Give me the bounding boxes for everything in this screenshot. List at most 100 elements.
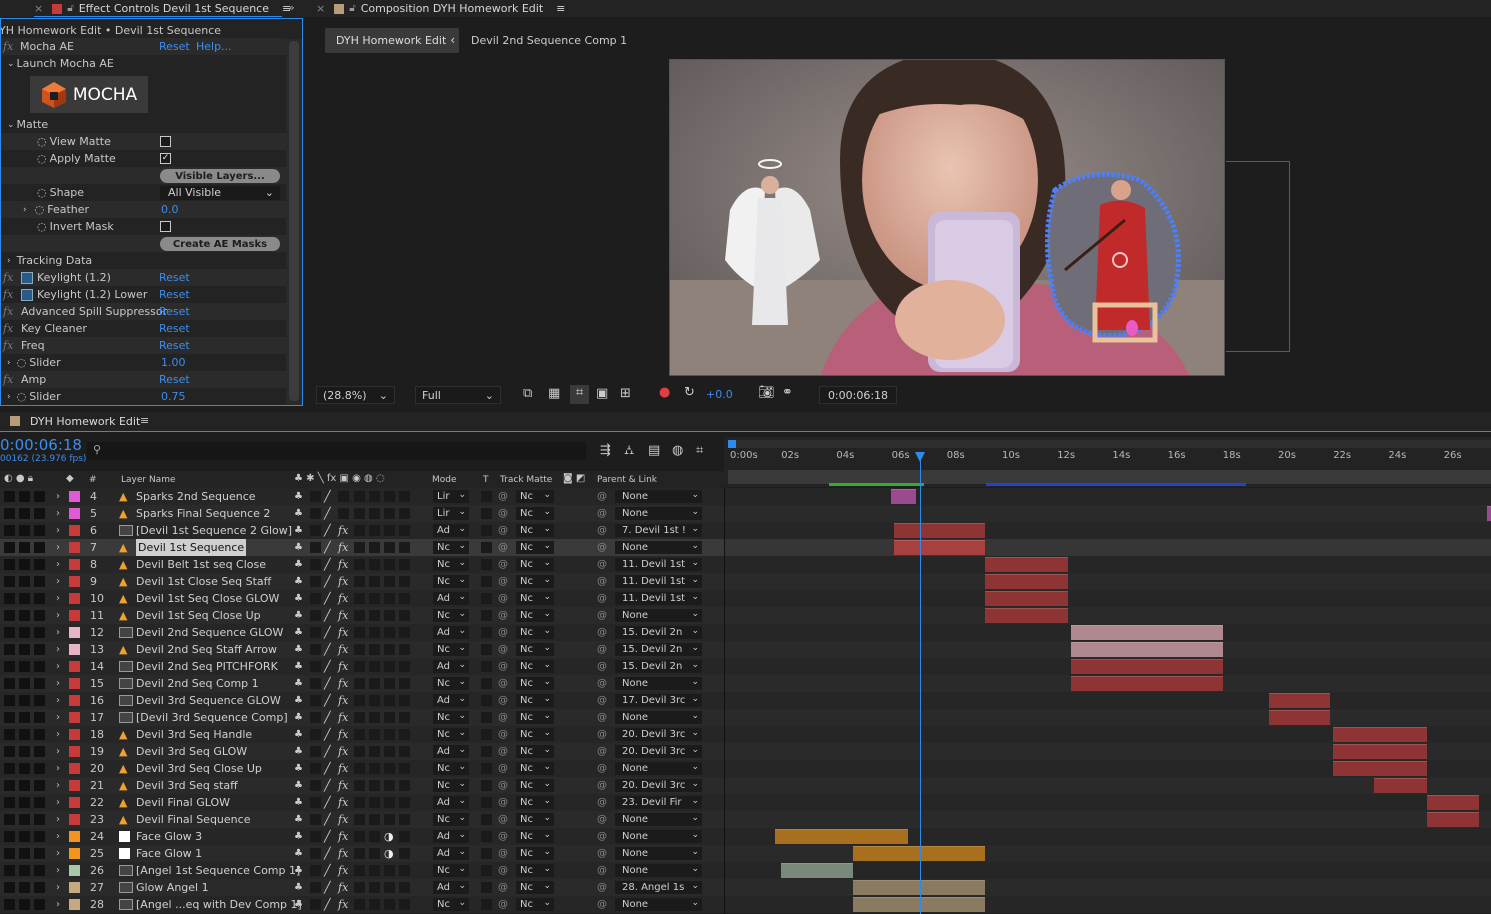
mode-dropdown[interactable]: Ad ⌄ — [433, 694, 469, 707]
fx-icon[interactable]: fx — [3, 373, 17, 386]
track-matte-dropdown[interactable]: Nc ⌄ — [516, 881, 554, 894]
audio-toggle[interactable] — [19, 780, 30, 791]
layer-label-color[interactable] — [69, 831, 80, 842]
layer-duration-bar[interactable] — [894, 523, 986, 538]
mode-dropdown[interactable]: Ad ⌄ — [433, 592, 469, 605]
layer-name[interactable]: Devil 3rd Seq GLOW — [136, 743, 247, 760]
3d-switch[interactable] — [399, 593, 410, 604]
collapse-switch[interactable] — [310, 695, 321, 706]
fx-switch-icon[interactable]: fx — [338, 539, 352, 556]
audio-video-icon[interactable]: ◐ ● 🔒︎ — [4, 473, 33, 484]
3d-switch[interactable] — [399, 882, 410, 893]
quality-switch-icon[interactable]: ╱ — [324, 539, 331, 556]
layer-name[interactable]: Devil 1st Close Seq Staff — [136, 573, 271, 590]
parent-pick-whip-icon[interactable]: @ — [597, 658, 607, 675]
mode-dropdown[interactable]: Ad ⌄ — [433, 626, 469, 639]
quality-switch-icon[interactable]: ╱ — [324, 709, 331, 726]
collapse-switch[interactable] — [310, 797, 321, 808]
layer-row[interactable]: › 7 ▲ Devil 1st Sequence ♣ ╱ fx Nc ⌄ @ Nc ⌄ @ None ⌄ — [0, 539, 724, 556]
layer-duration-bar[interactable] — [1332, 761, 1427, 776]
mode-dropdown[interactable]: Ad ⌄ — [433, 524, 469, 537]
col-parent-link[interactable]: Parent & Link — [597, 475, 657, 485]
frame-blend-switch[interactable] — [354, 780, 365, 791]
audio-toggle[interactable] — [19, 542, 30, 553]
layer-label-color[interactable] — [69, 678, 80, 689]
pick-whip-icon[interactable]: @ — [498, 692, 508, 709]
layer-name[interactable]: Devil 3rd Seq Handle — [136, 726, 252, 743]
motion-blur-switch[interactable] — [369, 627, 380, 638]
parent-dropdown[interactable]: 20. Devil 3rc ⌄ — [615, 779, 702, 792]
col-mode[interactable]: Mode — [432, 475, 457, 485]
effect-row[interactable]: fx Advanced Spill Suppressor Reset — [1, 303, 286, 320]
fx-icon[interactable]: fx — [3, 40, 17, 53]
audio-toggle[interactable] — [19, 797, 30, 808]
feather-value[interactable]: 0.0 — [161, 203, 179, 216]
chevron-right-icon[interactable]: › — [56, 828, 60, 845]
audio-toggle[interactable] — [19, 848, 30, 859]
shy-switch-icon[interactable]: ♣ — [294, 522, 303, 539]
layer-row[interactable]: › 25 Face Glow 1 ♣ ╱ fx ◑ Ad ⌄ @ Nc ⌄ @ None ⌄ — [0, 845, 724, 862]
adjustment-switch[interactable] — [384, 780, 395, 791]
quality-switch-icon[interactable]: ╱ — [324, 641, 331, 658]
parent-pick-whip-icon[interactable]: @ — [597, 641, 607, 658]
shape-dropdown[interactable]: All Visible ⌄ — [160, 186, 280, 200]
pick-whip-icon[interactable]: @ — [498, 675, 508, 692]
layer-label-color[interactable] — [69, 763, 80, 774]
quality-switch-icon[interactable]: ╱ — [324, 505, 331, 522]
motion-blur-switch[interactable] — [369, 882, 380, 893]
motion-blur-switch[interactable] — [369, 610, 380, 621]
frame-blend-switch[interactable] — [354, 559, 365, 570]
mode-dropdown[interactable]: Nc ⌄ — [433, 898, 469, 911]
frame-blend-switch[interactable] — [354, 576, 365, 587]
pick-whip-icon[interactable]: @ — [498, 505, 508, 522]
layer-name[interactable]: Devil 2nd Seq Comp 1 — [136, 675, 259, 692]
audio-toggle[interactable] — [19, 559, 30, 570]
layer-label-color[interactable] — [69, 627, 80, 638]
effect-row[interactable]: fx Keylight (1.2) Lower Reset — [1, 286, 286, 303]
frame-blend-switch[interactable] — [354, 678, 365, 689]
collapse-switch[interactable] — [310, 610, 321, 621]
layer-row[interactable]: › 19 ▲ Devil 3rd Seq GLOW ♣ ╱ fx Ad ⌄ @ Nc ⌄ @20. De… — [0, 743, 724, 760]
motion-blur-switch[interactable] — [369, 865, 380, 876]
fx-switch-icon[interactable]: fx — [338, 556, 352, 573]
solo-toggle[interactable] — [34, 797, 45, 808]
layer-duration-bar[interactable] — [775, 829, 908, 844]
layer-duration-bar[interactable] — [985, 557, 1068, 572]
frame-blend-switch[interactable] — [354, 729, 365, 740]
quality-switch-icon[interactable]: ╱ — [324, 522, 331, 539]
fx-switch-icon[interactable]: fx — [338, 607, 352, 624]
layer-duration-bar[interactable] — [1332, 727, 1427, 742]
audio-toggle[interactable] — [19, 610, 30, 621]
adjustment-switch[interactable] — [384, 627, 395, 638]
solo-toggle[interactable] — [34, 491, 45, 502]
mode-dropdown[interactable]: Ad ⌄ — [433, 830, 469, 843]
video-toggle[interactable] — [4, 882, 15, 893]
fx-switch-icon[interactable]: fx — [338, 862, 352, 879]
motion-blur-switch[interactable] — [369, 712, 380, 723]
video-toggle[interactable] — [4, 831, 15, 842]
chevron-right-icon[interactable]: › — [7, 358, 11, 368]
frame-blend-switch[interactable] — [354, 508, 365, 519]
track-matte-dropdown[interactable]: Nc ⌄ — [516, 524, 554, 537]
close-icon[interactable]: × — [34, 2, 43, 15]
effect-row[interactable]: fx Keylight (1.2) Reset — [1, 269, 286, 286]
parent-pick-whip-icon[interactable]: @ — [597, 556, 607, 573]
collapse-switch[interactable] — [310, 491, 321, 502]
video-toggle[interactable] — [4, 899, 15, 910]
adjustment-switch[interactable] — [384, 644, 395, 655]
chevron-right-icon[interactable]: › — [56, 641, 60, 658]
layer-name[interactable]: [Angel 1st Sequence Comp 1] — [136, 862, 300, 879]
pick-whip-icon[interactable]: @ — [498, 607, 508, 624]
solo-toggle[interactable] — [34, 865, 45, 876]
quality-switch-icon[interactable]: ╱ — [324, 590, 331, 607]
motion-blur-switch[interactable] — [369, 763, 380, 774]
composition-tab[interactable]: × 🔓︎ Composition DYH Homework Edit ≡ — [316, 0, 565, 17]
layer-label-color[interactable] — [69, 899, 80, 910]
mode-dropdown[interactable]: Ad ⌄ — [433, 796, 469, 809]
preserve-transparency-switch[interactable] — [481, 712, 492, 723]
adjustment-switch[interactable] — [384, 814, 395, 825]
solo-toggle[interactable] — [34, 763, 45, 774]
layer-row[interactable]: › 12 Devil 2nd Sequence GLOW ♣ ╱ fx Ad ⌄ @ Nc ⌄ @15… — [0, 624, 724, 641]
solo-toggle[interactable] — [34, 746, 45, 757]
parent-pick-whip-icon[interactable]: @ — [597, 828, 607, 845]
